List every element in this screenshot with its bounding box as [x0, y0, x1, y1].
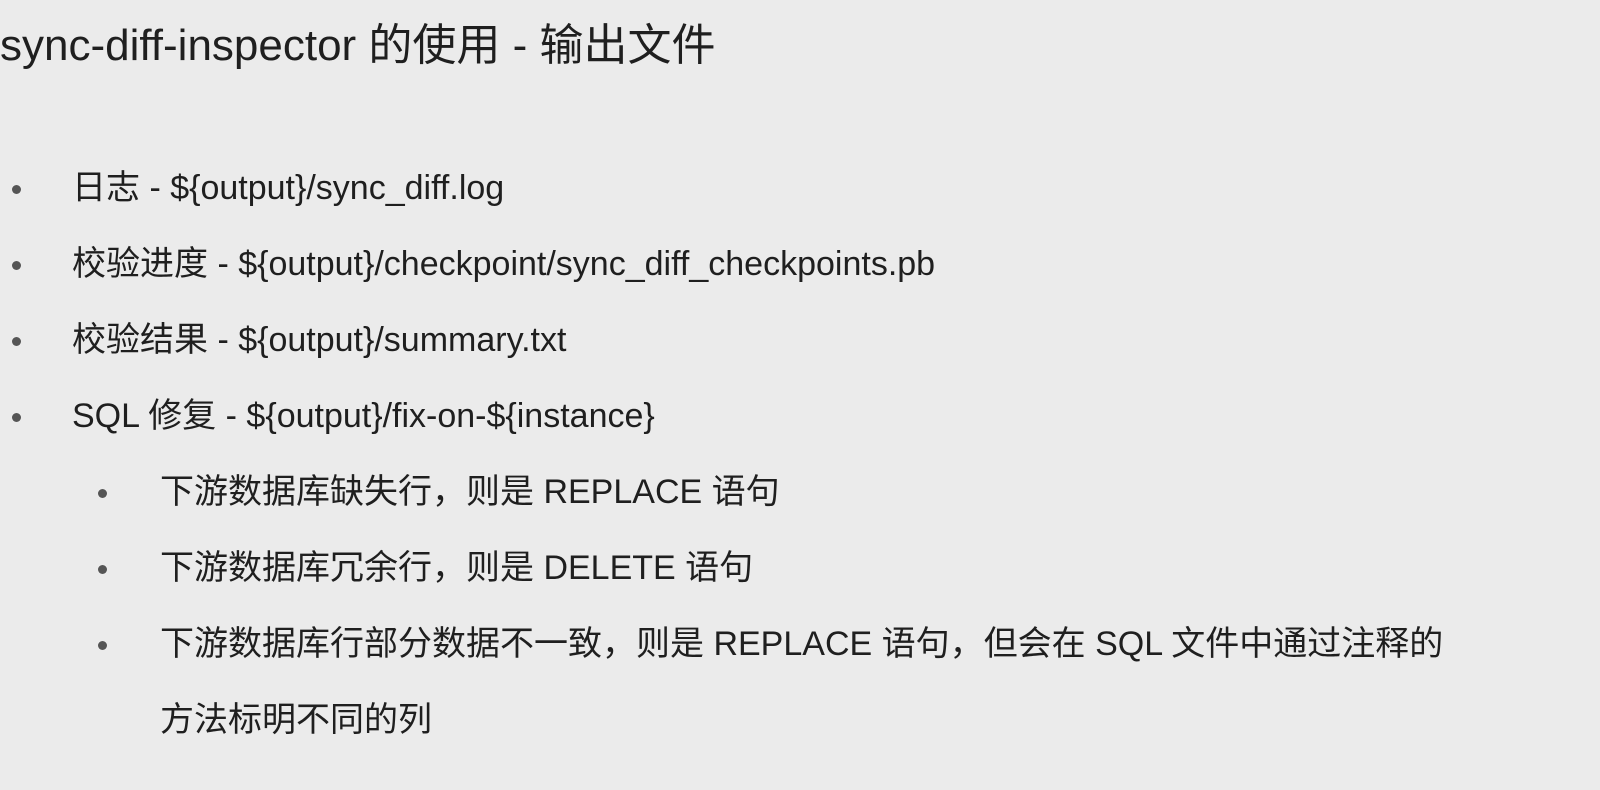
sub-bullet-dot-icon: [98, 641, 107, 650]
list-item-log: 日志 - ${output}/sync_diff.log: [72, 169, 505, 207]
bullet-dot-icon: [12, 261, 21, 270]
slide-title: sync-diff-inspector 的使用 - 输出文件: [0, 21, 716, 70]
sub-item-inconsistent-row: 下游数据库行部分数据不一致，则是 REPLACE 语句，但会在 SQL 文件中通…: [160, 625, 1444, 663]
sub-item-inconsistent-row-continued: 方法标明不同的列: [160, 701, 432, 739]
sub-bullet-dot-icon: [98, 489, 107, 498]
sub-bullet-dot-icon: [98, 565, 107, 574]
list-item-checkpoint: 校验进度 - ${output}/checkpoint/sync_diff_ch…: [72, 245, 936, 283]
bullet-dot-icon: [12, 337, 21, 346]
bullet-dot-icon: [12, 185, 21, 194]
list-item-summary: 校验结果 - ${output}/summary.txt: [72, 321, 567, 359]
bullet-dot-icon: [12, 413, 21, 422]
list-item-sql-fix: SQL 修复 - ${output}/fix-on-${instance}: [72, 397, 655, 435]
sub-item-missing-row: 下游数据库缺失行，则是 REPLACE 语句: [160, 473, 780, 511]
slide: sync-diff-inspector 的使用 - 输出文件 日志 - ${ou…: [0, 0, 1600, 790]
sub-item-redundant-row: 下游数据库冗余行，则是 DELETE 语句: [160, 549, 754, 587]
